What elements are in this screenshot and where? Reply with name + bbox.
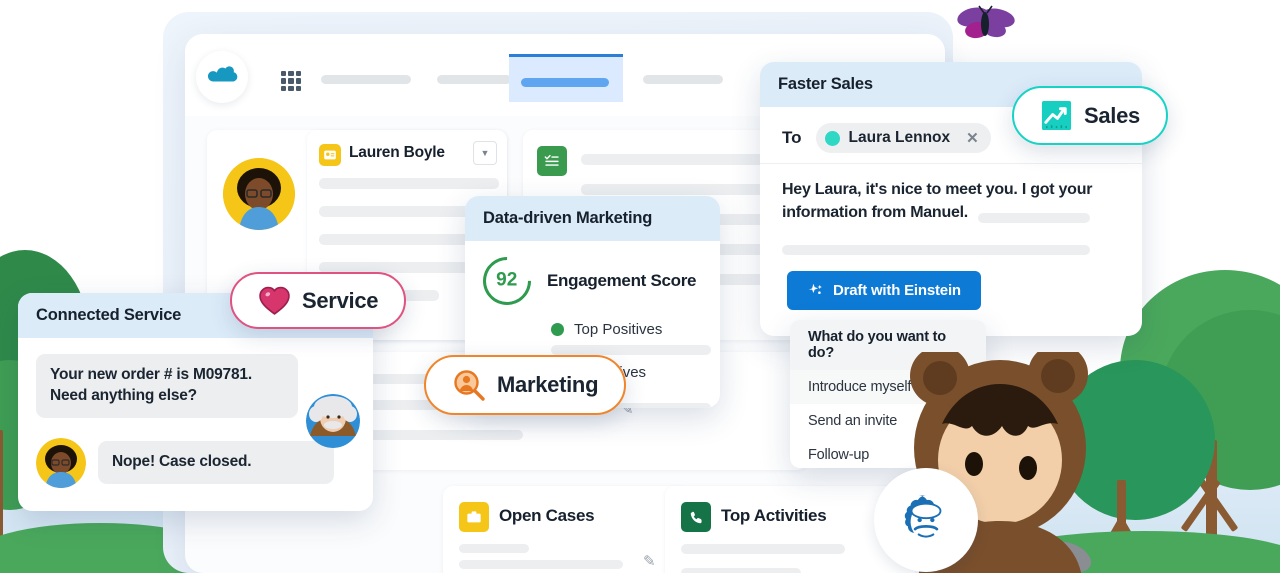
top-activities-title: Top Activities	[721, 506, 827, 525]
einstein-sparkle-icon	[807, 282, 824, 299]
avatar-customer	[36, 437, 86, 488]
chat-message-customer: Nope! Case closed.	[98, 441, 334, 485]
pill-marketing-label: Marketing	[497, 372, 599, 397]
heart-icon	[258, 285, 291, 316]
draft-button-label: Draft with Einstein	[833, 282, 961, 299]
draft-with-einstein-button[interactable]: Draft with Einstein	[787, 271, 981, 310]
briefcase-icon	[459, 502, 489, 532]
recipient-name: Laura Lennox	[848, 129, 951, 146]
einstein-badge-icon	[897, 491, 955, 549]
engagement-score-label: Engagement Score	[547, 271, 697, 290]
avatar-einstein	[306, 394, 360, 448]
audience-search-icon	[452, 368, 486, 402]
marketing-card-header: Data-driven Marketing	[465, 196, 720, 241]
pill-sales-label: Sales	[1084, 102, 1140, 128]
checklist-icon	[537, 146, 567, 176]
avatar	[223, 158, 295, 230]
app-launcher-grid-icon[interactable]	[281, 71, 301, 91]
legend-label-positive: Top Positives	[574, 321, 663, 338]
engagement-score-value: 92	[496, 269, 518, 291]
pill-service-label: Service	[302, 287, 379, 313]
salesforce-cloud-logo[interactable]	[196, 51, 248, 103]
nav-tab-1[interactable]	[309, 54, 421, 102]
legend-dot-positive	[551, 323, 564, 336]
open-cases-title: Open Cases	[499, 506, 595, 525]
pill-service[interactable]: Service	[230, 272, 407, 329]
chevron-down-icon[interactable]: ▼	[473, 141, 497, 165]
recipient-chip[interactable]: Laura Lennox ✕	[815, 123, 991, 153]
chat-message-agent: Your new order # is M09781. Need anythin…	[36, 354, 298, 418]
recipient-avatar-dot	[824, 130, 840, 146]
einstein-badge	[874, 468, 978, 572]
pill-marketing[interactable]: Marketing	[424, 355, 627, 415]
pill-sales[interactable]: Sales	[1012, 86, 1168, 145]
pencil-icon[interactable]: ✎	[643, 552, 656, 570]
contact-name: Lauren Boyle	[349, 144, 445, 161]
to-label: To	[782, 128, 802, 147]
legend-top-positives: Top Positives	[551, 321, 702, 338]
nav-tab-4[interactable]	[631, 54, 737, 102]
open-cases-card: Open Cases ✎	[443, 486, 689, 573]
illustration-scene: Lauren Boyle ▼ ✎ Open Cases ✎ Top Activi…	[0, 0, 1280, 573]
sales-chart-icon	[1040, 99, 1073, 132]
nav-tab-3-active[interactable]	[509, 54, 623, 102]
contact-card-icon	[319, 144, 341, 166]
close-icon[interactable]: ✕	[966, 129, 979, 147]
butterfly-icon	[953, 4, 1017, 40]
phone-icon	[681, 502, 711, 532]
engagement-score-ring: 92	[473, 247, 541, 315]
